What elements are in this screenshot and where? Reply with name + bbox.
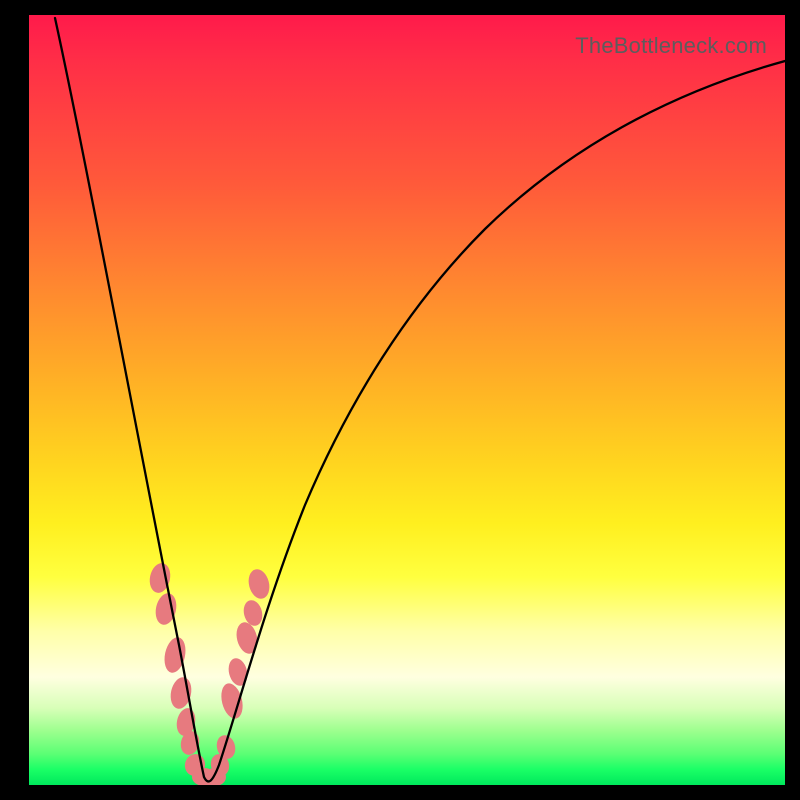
bottleneck-curve: [55, 18, 785, 781]
chart-frame: TheBottleneck.com: [0, 0, 800, 800]
chart-svg: [29, 15, 785, 785]
marker-blobs: [147, 561, 272, 785]
plot-area: TheBottleneck.com: [29, 15, 785, 785]
